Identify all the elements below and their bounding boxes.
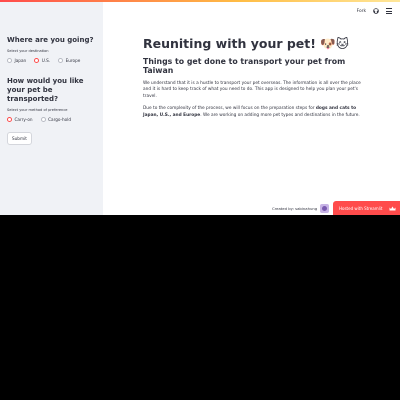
destination-radio-group: Japan U.S. Europe [7, 58, 97, 63]
hosted-label: Hosted with Streamlit [339, 205, 383, 211]
radio-label: U.S. [41, 58, 51, 63]
radio-label: Europe [65, 58, 81, 63]
radio-label: Carry-on [14, 117, 33, 122]
radio-circle-selected [7, 117, 12, 122]
destination-label: Select your destination [7, 49, 49, 53]
header-toolbar: Fork [357, 8, 392, 14]
avatar[interactable] [320, 204, 330, 213]
crown-icon [389, 206, 396, 210]
sidebar: Where are you going? Select your destina… [0, 2, 103, 215]
radio-europe[interactable]: Europe [58, 58, 80, 63]
radio-circle [58, 58, 64, 63]
page-title: Reuniting with your pet! 🐶🐱 [143, 36, 349, 51]
radio-us[interactable]: U.S. [34, 58, 50, 63]
scope-text: Due to the complexity of the process, we… [143, 106, 316, 112]
created-by-label: Created by: sabinahung [272, 206, 318, 211]
empty-area [0, 215, 400, 400]
transport-group: How would you like your pet be transport… [7, 77, 97, 122]
submit-button[interactable]: Submit [7, 132, 32, 145]
transport-radio-group: Carry-on Cargo-hold [7, 117, 97, 122]
scope-text-end: . We are working on adding more pet type… [200, 112, 360, 118]
main-content: Reuniting with your pet! 🐶🐱 Things to ge… [143, 36, 365, 119]
radio-label: Cargo-hold [48, 117, 72, 122]
intro-paragraph: We understand that it is a hustle to tra… [143, 81, 361, 99]
page-subtitle: Things to get done to transport your pet… [143, 57, 346, 75]
transport-label: Select your method of preference [7, 108, 68, 112]
radio-japan[interactable]: Japan [7, 58, 26, 63]
radio-circle-selected [34, 58, 40, 63]
radio-circle [7, 58, 12, 63]
destination-heading: Where are you going? [7, 36, 94, 44]
radio-cargo-hold[interactable]: Cargo-hold [40, 117, 72, 122]
radio-label: Japan [14, 58, 27, 63]
scope-paragraph: Due to the complexity of the process, we… [143, 106, 365, 119]
hosted-with-streamlit-badge[interactable]: Hosted with Streamlit [333, 201, 400, 215]
created-by: Created by: sabinahung [272, 204, 330, 213]
app-window: Where are you going? Select your destina… [0, 0, 400, 215]
radio-carry-on[interactable]: Carry-on [7, 117, 33, 122]
fork-button[interactable]: Fork [357, 9, 366, 14]
transport-heading: How would you like your pet be transport… [7, 77, 84, 103]
hamburger-menu-icon[interactable] [386, 8, 392, 14]
radio-circle [40, 117, 46, 122]
github-icon[interactable] [373, 8, 379, 14]
